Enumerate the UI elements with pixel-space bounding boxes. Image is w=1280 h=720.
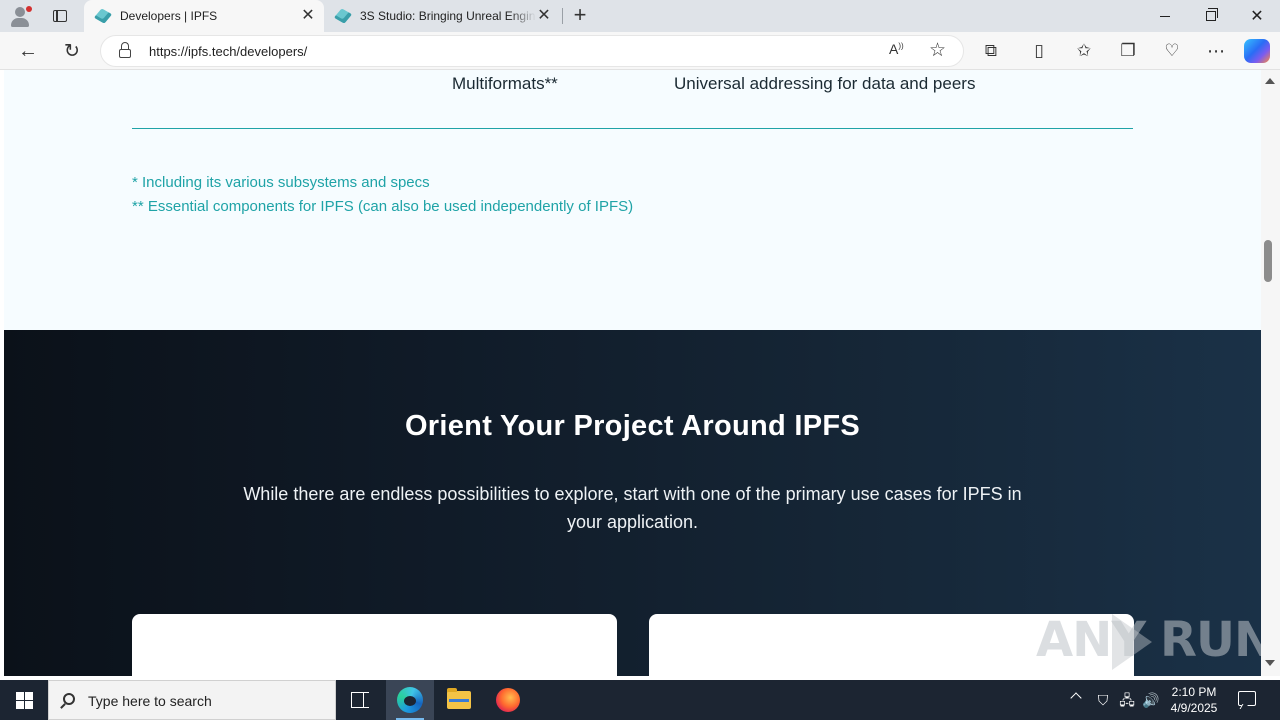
tab-close-icon[interactable]: ✕ [300, 8, 316, 24]
orient-description: While there are endless possibilities to… [243, 484, 1022, 532]
table-divider [132, 128, 1133, 129]
taskbar-firefox[interactable] [484, 680, 532, 720]
tray-chevron-up-icon[interactable] [1070, 692, 1082, 704]
browser-tab-strip: Developers | IPFS ✕ 3S Studio: Bringing … [0, 0, 1280, 32]
scroll-down-arrow-icon[interactable] [1265, 660, 1275, 666]
split-screen-icon[interactable]: ▯ [1025, 37, 1053, 65]
scroll-thumb[interactable] [1264, 240, 1272, 282]
page-viewport: Multiformats** Universal addressing for … [4, 70, 1261, 676]
edge-browser-icon [397, 687, 423, 713]
anyrun-watermark: ANY RUN [1036, 608, 1274, 672]
table-cell-name: Multiformats** [452, 74, 558, 93]
footnote-2: ** Essential components for IPFS (can al… [132, 198, 634, 215]
taskbar-edge[interactable] [386, 680, 434, 720]
extensions-puzzle-icon[interactable]: ⧉ [977, 37, 1005, 65]
tab-title: 3S Studio: Bringing Unreal Engine [360, 9, 536, 23]
refresh-icon[interactable]: ↻ [58, 37, 86, 65]
browser-essentials-icon[interactable]: ♡ [1158, 37, 1186, 65]
taskbar-file-explorer[interactable] [435, 680, 483, 720]
window-restore-button[interactable] [1188, 0, 1234, 32]
orient-heading: Orient Your Project Around IPFS [404, 410, 861, 442]
footnote-1: * Including its various subsystems and s… [132, 174, 430, 191]
start-button[interactable] [0, 680, 48, 720]
window-close-button[interactable]: ✕ [1234, 0, 1280, 32]
window-minimize-button[interactable] [1142, 0, 1188, 32]
favorites-icon[interactable]: ✩ [1070, 37, 1098, 65]
settings-more-icon[interactable]: ⋯ [1202, 37, 1230, 65]
windows-logo-icon [15, 691, 33, 709]
volume-icon[interactable]: 🔊 [1142, 690, 1160, 710]
clock-time: 2:10 PM [1171, 685, 1217, 699]
table-row: Multiformats** Universal addressing for … [4, 70, 1261, 94]
clock-date: 4/9/2025 [1170, 701, 1218, 715]
tab-close-icon[interactable]: ✕ [536, 8, 552, 24]
address-url[interactable]: https://ipfs.tech/developers/ [149, 44, 307, 59]
ipfs-favicon-icon [333, 8, 353, 24]
browser-toolbar: ← ↻ https://ipfs.tech/developers/ A)) ☆ … [0, 32, 1280, 70]
profile-avatar-icon[interactable] [8, 4, 32, 28]
read-aloud-icon[interactable]: A)) [889, 41, 904, 57]
tab-title: Developers | IPFS [120, 9, 218, 23]
ipfs-favicon-icon [93, 8, 113, 24]
firefox-icon [496, 688, 520, 712]
notification-center-icon[interactable] [1238, 691, 1256, 706]
search-icon [63, 693, 75, 705]
page-scrollbar[interactable] [1261, 70, 1280, 676]
use-case-card[interactable] [132, 614, 617, 676]
tab-actions-icon[interactable] [46, 4, 74, 28]
taskbar-search-box[interactable]: Type here to search [48, 680, 336, 720]
favorite-star-icon[interactable]: ☆ [929, 39, 946, 62]
windows-taskbar: Type here to search ⛉ 🖧 🔊 2:10 PM 4/9/20… [0, 680, 1280, 720]
tray-security-icon[interactable]: ⛉ [1094, 690, 1112, 710]
copilot-icon[interactable] [1244, 39, 1270, 63]
scroll-up-arrow-icon[interactable] [1265, 78, 1275, 84]
watermark-play-icon [1112, 614, 1152, 670]
task-view-button[interactable] [336, 680, 384, 720]
task-view-icon [351, 692, 369, 708]
table-cell-description: Universal addressing for data and peers [674, 74, 976, 93]
search-placeholder: Type here to search [88, 693, 212, 709]
watermark-text-right: RUN [1160, 612, 1274, 668]
lock-icon[interactable] [119, 42, 131, 58]
collections-icon[interactable]: ❐ [1114, 37, 1142, 65]
file-explorer-icon [447, 688, 471, 709]
tab-separator [562, 8, 563, 24]
address-bar[interactable]: https://ipfs.tech/developers/ A)) ☆ [100, 35, 964, 67]
back-arrow-icon[interactable]: ← [14, 37, 42, 65]
tab-3s-studio[interactable]: 3S Studio: Bringing Unreal Engine ✕ [324, 0, 560, 32]
new-tab-button[interactable]: + [568, 4, 592, 28]
network-icon[interactable]: 🖧 [1118, 690, 1136, 710]
taskbar-clock[interactable]: 2:10 PM 4/9/2025 [1164, 684, 1224, 716]
tab-developers-ipfs[interactable]: Developers | IPFS ✕ [84, 0, 324, 32]
